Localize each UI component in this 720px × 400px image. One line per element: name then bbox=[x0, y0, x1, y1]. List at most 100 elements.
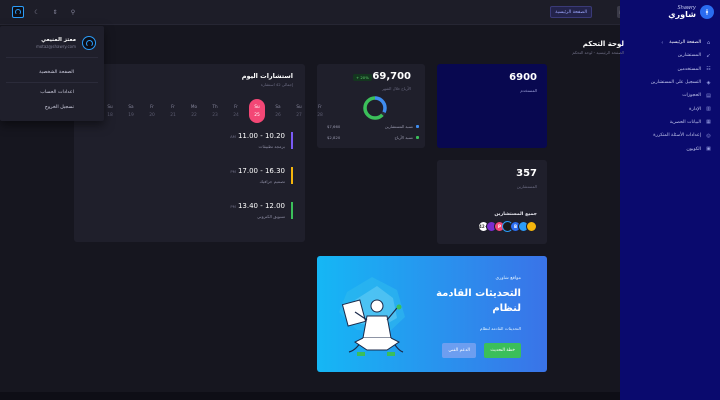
sidebar-item-label: الكوبون bbox=[686, 146, 701, 152]
day-cell[interactable]: Fr 24 bbox=[228, 104, 244, 118]
sidebar-item-bookings[interactable]: الحجوزات ▤ bbox=[620, 89, 720, 102]
stat-value: 357 bbox=[516, 168, 537, 179]
day-cell[interactable]: Fr 28 bbox=[312, 104, 328, 118]
revenue-donut-chart bbox=[363, 96, 387, 120]
legend-swatch bbox=[416, 136, 419, 139]
menu-item-account-settings[interactable]: اعدادات الحساب bbox=[0, 85, 104, 100]
sidebar-item-registration[interactable]: التسجيل على المستشارين ◈ bbox=[620, 76, 720, 89]
stat-label: المستشارين bbox=[516, 184, 537, 189]
day-cell[interactable]: Sa 19 bbox=[123, 104, 139, 118]
user-menu-header: معتز المنيعي motaz@shawry.com bbox=[0, 26, 104, 50]
consultant-avatars: B P 42+ bbox=[478, 221, 537, 232]
avatar[interactable] bbox=[526, 221, 537, 232]
sidebar-item-label: التسجيل على المستشارين bbox=[650, 80, 701, 86]
users-stat-card: 6900 المستخدم bbox=[437, 64, 547, 148]
user-menu: معتز المنيعي motaz@shawry.com الصفحة الش… bbox=[0, 26, 104, 121]
card-subtitle: إجمالي 42 استشارة bbox=[260, 82, 293, 87]
sidebar-item-home[interactable]: ‹ الصفحة الرئيسية ⌂ bbox=[620, 36, 720, 49]
home-button[interactable]: الصفحة الرئيسية bbox=[550, 6, 592, 18]
user-avatar-button[interactable] bbox=[12, 6, 24, 18]
day-cell-today[interactable]: Su 25 bbox=[249, 99, 265, 123]
divider bbox=[6, 82, 98, 83]
consultants-stat-card: 357 المستشارين جميع المستشارين B P 42+ bbox=[437, 160, 547, 244]
promo-headline: التحديثات القادمة لنظام bbox=[436, 288, 521, 314]
day-cell[interactable]: Sa 26 bbox=[270, 104, 286, 118]
building-icon: ▥ bbox=[706, 106, 711, 113]
sidebar-item-consultants[interactable]: المستشارين ➹ bbox=[620, 49, 720, 62]
footer bbox=[0, 392, 620, 400]
card-title: استشارات اليوم bbox=[241, 72, 293, 80]
day-cell[interactable]: Fr 20 bbox=[144, 104, 160, 118]
stat-label: المستخدم bbox=[520, 88, 537, 93]
brand-name: شاوري bbox=[668, 9, 696, 19]
sidebar-item-label: المستشارين bbox=[677, 53, 701, 59]
page-title: لوحة التحكم bbox=[582, 40, 624, 48]
divider bbox=[6, 57, 98, 58]
day-cell[interactable]: Fr 21 bbox=[165, 104, 181, 118]
legend-profit: $2,820 نسبة الأرباح bbox=[327, 135, 419, 140]
topbar-icons: ☾ ⇕ ⚲ bbox=[12, 6, 78, 18]
sidebar-item-label: الحجوزات bbox=[682, 93, 701, 99]
sidebar-nav: ‹ الصفحة الرئيسية ⌂ المستشارين ➹ المستخدمين… bbox=[620, 36, 720, 156]
promo-tag: مواقع شاوري bbox=[495, 276, 522, 281]
menu-item-logout[interactable]: تسجيل الخروج bbox=[0, 100, 104, 115]
user-email: motaz@shawry.com bbox=[35, 44, 76, 49]
legend-consultants: $7,660 نسبة المستشارين bbox=[327, 124, 419, 129]
legend-value: $7,660 bbox=[327, 124, 341, 129]
legend-label: نسبة الأرباح bbox=[394, 135, 413, 140]
slot-title: برمجة تطبيقات bbox=[258, 144, 285, 149]
slot-time: AM 11.00 - 10.20 bbox=[230, 132, 285, 140]
breadcrumb: الصفحة الرئيسية - لوحة التحكم bbox=[572, 50, 624, 55]
app-root: ☾ ⇕ ⚲ ≡ الصفحة الرئيسية Shawry شاوري ⱡ ‹… bbox=[0, 0, 720, 400]
user-name: معتز المنيعي bbox=[41, 37, 76, 43]
legend-value: $2,820 bbox=[327, 135, 341, 140]
sidebar-item-label: إعدادات الأسئلة المتكررة bbox=[653, 133, 701, 139]
sidebar-item-label: البيانات الحصرية bbox=[669, 119, 701, 125]
sidebar-item-users[interactable]: المستخدمين ☷ bbox=[620, 63, 720, 76]
stat-value: 69,700 bbox=[372, 71, 411, 82]
sidebar-item-coupon[interactable]: الكوبون ▣ bbox=[620, 142, 720, 155]
legend-label: نسبة المستشارين bbox=[384, 124, 413, 129]
slot-title: تسويق الكتروني bbox=[256, 214, 285, 219]
consultation-slot[interactable]: PM 17.00 - 16.30 تصميم جرافيك bbox=[230, 167, 293, 184]
users-icon: ☷ bbox=[706, 66, 711, 73]
topbar: ☾ ⇕ ⚲ ≡ الصفحة الرئيسية bbox=[0, 0, 626, 25]
home-icon: ⌂ bbox=[706, 39, 711, 46]
slot-time: PM 17.00 - 16.30 bbox=[230, 167, 285, 175]
today-consultations-card: استشارات اليوم إجمالي 42 استشارة Su 18 Sa… bbox=[74, 64, 323, 242]
logo-icon bbox=[15, 9, 21, 15]
sidebar: Shawry شاوري ⱡ ‹ الصفحة الرئيسية ⌂ المستشا… bbox=[620, 0, 720, 400]
stat-label: الأرباح خلال الشهر bbox=[382, 86, 411, 91]
logo-icon bbox=[85, 39, 93, 47]
brand-logo-icon: ⱡ bbox=[700, 5, 714, 19]
day-cell[interactable]: Su 18 bbox=[102, 104, 118, 118]
sidebar-item-label: الإدارة bbox=[689, 106, 701, 112]
sidebar-item-faq[interactable]: إعدادات الأسئلة المتكررة ◎ bbox=[620, 129, 720, 142]
moon-icon[interactable]: ☾ bbox=[32, 9, 42, 16]
day-cell[interactable]: Mo 22 bbox=[186, 104, 202, 118]
search-icon[interactable]: ⚲ bbox=[68, 9, 78, 16]
day-cell[interactable]: Th 23 bbox=[207, 104, 223, 118]
layers-icon: ◈ bbox=[706, 79, 711, 86]
rocket-icon: ➹ bbox=[706, 52, 711, 59]
avatar bbox=[82, 36, 96, 50]
sidebar-item-admin[interactable]: الإدارة ▥ bbox=[620, 102, 720, 115]
updates-promo-card: مواقع شاوري التحديثات القادمة لنظام التح… bbox=[317, 256, 547, 372]
update-plan-button[interactable]: خطة التحديث bbox=[484, 343, 521, 358]
revenue-stat-card: + 20% 69,700 الأرباح خلال الشهر $7,660 ن… bbox=[317, 64, 425, 148]
consultation-slot[interactable]: PM 13.40 - 12.00 تسويق الكتروني bbox=[230, 202, 293, 219]
consultants-title: جميع المستشارين bbox=[494, 212, 537, 217]
chevron-icon: ‹ bbox=[661, 39, 664, 46]
support-button[interactable]: الدعم الفني bbox=[442, 343, 476, 358]
consultation-slot[interactable]: AM 11.00 - 10.20 برمجة تطبيقات bbox=[230, 132, 293, 149]
coupon-icon: ▣ bbox=[706, 146, 711, 153]
calendar-icon: ▤ bbox=[706, 92, 711, 99]
question-icon: ◎ bbox=[706, 132, 711, 139]
day-cell[interactable]: Su 27 bbox=[291, 104, 307, 118]
brand[interactable]: Shawry شاوري ⱡ bbox=[668, 5, 714, 19]
sidebar-item-exclusive-data[interactable]: البيانات الحصرية ▦ bbox=[620, 116, 720, 129]
menu-item-profile[interactable]: الصفحة الشخصية bbox=[0, 65, 104, 80]
sidebar-item-label: المستخدمين bbox=[677, 66, 701, 72]
slot-title: تصميم جرافيك bbox=[259, 179, 285, 184]
expand-icon[interactable]: ⇕ bbox=[50, 9, 60, 16]
